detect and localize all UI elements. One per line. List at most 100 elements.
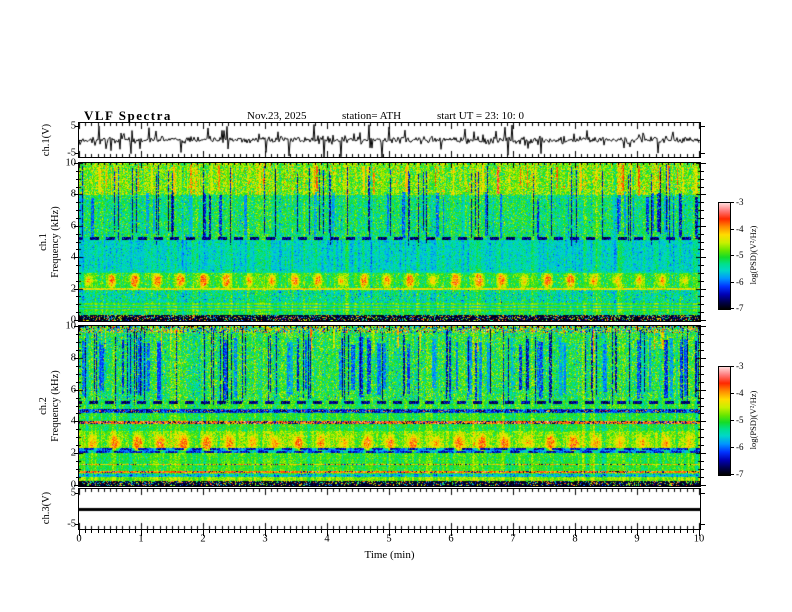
tick-mark (701, 194, 706, 195)
vlf-spectra-figure: VLF Spectra Nov.23, 2025 station= ATH st… (0, 0, 792, 612)
tick-mark (76, 382, 79, 383)
tick-mark (563, 529, 564, 533)
tick-mark (701, 179, 704, 180)
tick-mark (701, 445, 704, 446)
tick-mark (76, 406, 79, 407)
tick-mark (701, 289, 706, 290)
tick-mark (701, 390, 706, 391)
tick-mark (701, 326, 706, 327)
tick-mark (701, 163, 706, 164)
tick-mark (701, 126, 705, 127)
tick-mark (76, 334, 79, 335)
tick-mark (501, 529, 502, 533)
tick-mark (701, 406, 704, 407)
tick-mark (701, 413, 704, 414)
tick-mark (476, 529, 477, 533)
tick-mark (76, 210, 79, 211)
tick-mark (701, 273, 704, 274)
tick-mark (76, 234, 79, 235)
tick-mark (76, 249, 79, 250)
tick-mark (457, 529, 458, 533)
tick-mark (253, 529, 254, 533)
date-label: Nov.23, 2025 (247, 110, 307, 122)
tick-mark (701, 257, 706, 258)
tick-mark (538, 529, 539, 533)
tick-mark (699, 529, 700, 536)
ch1-waveform-panel (78, 122, 701, 158)
tick-mark (76, 281, 79, 282)
tick-mark (104, 529, 105, 533)
tick-mark (637, 529, 638, 536)
tick-mark (730, 229, 734, 230)
tick-mark (600, 529, 601, 533)
tick-mark (389, 529, 390, 536)
freq-tick-label: 4 (70, 415, 76, 427)
tick-mark (569, 529, 570, 533)
tick-mark (494, 529, 495, 533)
tick-mark (730, 308, 734, 309)
tick-mark (377, 529, 378, 533)
tick-mark (408, 529, 409, 533)
tick-mark (680, 529, 681, 533)
tick-mark (76, 429, 79, 430)
tick-mark (296, 529, 297, 533)
tick-mark (160, 529, 161, 533)
tick-mark (75, 493, 79, 494)
tick-mark (701, 461, 704, 462)
time-axis-label: Time (min) (364, 549, 415, 561)
tick-mark (730, 282, 734, 283)
tick-mark (76, 171, 79, 172)
colorbar-tick-label: -4 (736, 388, 744, 398)
tick-mark (701, 171, 704, 172)
tick-mark (76, 273, 79, 274)
start-ut-label: start UT = 23: 10: 0 (437, 110, 524, 122)
tick-mark (76, 374, 79, 375)
tick-mark (76, 366, 79, 367)
tick-mark (556, 529, 557, 533)
tick-mark (277, 529, 278, 533)
tick-mark (693, 529, 694, 533)
ch2-spectrogram-canvas (79, 326, 700, 486)
tick-mark (701, 202, 704, 203)
tick-mark (668, 529, 669, 533)
tick-mark (587, 529, 588, 533)
tick-mark (687, 529, 688, 533)
tick-mark (445, 529, 446, 533)
tick-mark (701, 296, 704, 297)
tick-mark (701, 153, 705, 154)
tick-mark (178, 529, 179, 533)
freq-tick-label: 10 (65, 320, 77, 332)
tick-mark (701, 218, 704, 219)
tick-mark (426, 529, 427, 533)
ch2-spectrogram-panel (78, 325, 701, 487)
tick-mark (79, 529, 80, 536)
tick-mark (209, 529, 210, 533)
freq-tick-label: 2 (70, 447, 76, 459)
tick-mark (259, 529, 260, 533)
tick-mark (172, 529, 173, 533)
tick-mark (75, 153, 79, 154)
colorbar-tick-label: -3 (736, 197, 744, 207)
tick-mark (730, 255, 734, 256)
ch1-spectrogram-canvas (79, 163, 700, 321)
tick-mark (76, 477, 79, 478)
freq-tick-label: 4 (70, 251, 76, 263)
tick-mark (91, 529, 92, 533)
tick-mark (395, 529, 396, 533)
freq-tick-label: 8 (70, 188, 76, 200)
tick-mark (76, 265, 79, 266)
ch1-voltage-axis-label: ch.1(V) (41, 123, 52, 157)
tick-mark (701, 437, 704, 438)
colorbar-tick-label: -6 (736, 276, 744, 287)
tick-mark (519, 529, 520, 533)
tick-mark (606, 529, 607, 533)
tick-mark (76, 218, 79, 219)
tick-mark (625, 529, 626, 533)
tick-mark (203, 529, 204, 536)
tick-mark (76, 413, 79, 414)
tick-mark (352, 529, 353, 533)
colorbar-tick-label: -5 (736, 415, 744, 425)
tick-mark (701, 398, 704, 399)
tick-mark (701, 421, 706, 422)
tick-mark (228, 529, 229, 533)
